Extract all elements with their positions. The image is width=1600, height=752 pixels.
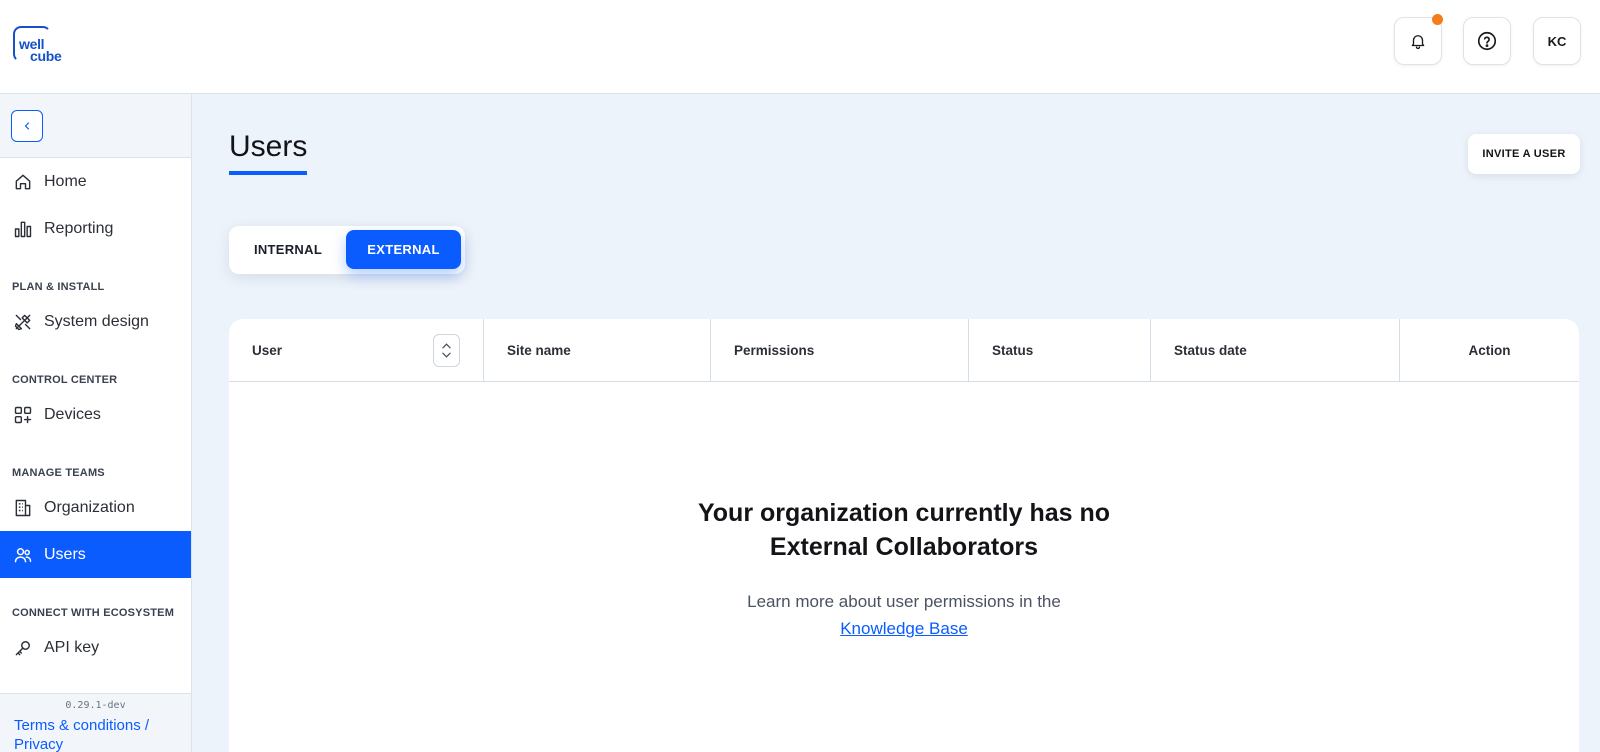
section-label-teams: MANAGE TEAMS — [12, 467, 105, 479]
column-header-action: Action — [1468, 343, 1511, 358]
chevron-up-icon — [442, 343, 451, 349]
sidebar-item-label: Users — [44, 545, 86, 563]
empty-state-description: Learn more about user permissions in the… — [747, 592, 1061, 638]
column-header-permissions: Permissions — [711, 319, 969, 382]
invite-user-button[interactable]: INVITE A USER — [1468, 134, 1580, 174]
tab-internal[interactable]: INTERNAL — [235, 230, 341, 269]
wellcube-logo[interactable]: well cube — [13, 26, 65, 64]
terms-privacy-link[interactable]: Terms & conditions / Privacy — [14, 716, 184, 752]
knowledge-base-link[interactable]: Knowledge Base — [840, 619, 968, 638]
sidebar-item-label: Organization — [44, 498, 135, 516]
sidebar-item-label: Reporting — [44, 219, 114, 237]
chevron-down-icon — [442, 352, 451, 358]
help-button[interactable] — [1463, 17, 1511, 65]
user-avatar-button[interactable]: KC — [1533, 17, 1581, 65]
devices-grid-icon — [12, 404, 34, 426]
building-icon — [12, 497, 34, 519]
sidebar-item-organization[interactable]: Organization — [0, 484, 191, 531]
section-label-ecosystem: CONNECT WITH ECOSYSTEM — [12, 607, 175, 619]
notification-badge — [1432, 14, 1443, 25]
logo-text-line2: cube — [30, 48, 62, 64]
section-label-control: CONTROL CENTER — [12, 374, 118, 386]
column-header-user[interactable]: User — [229, 319, 484, 382]
app-version: 0.29.1-dev — [65, 700, 126, 711]
column-header-status: Status — [969, 319, 1151, 382]
user-type-toggle: INTERNAL EXTERNAL — [229, 226, 465, 274]
sidebar-item-label: API key — [44, 638, 100, 656]
sidebar-item-home[interactable]: Home — [0, 158, 191, 205]
users-table: User Site name Permissions Status Status… — [229, 319, 1579, 752]
column-header-site-name: Site name — [484, 319, 711, 382]
home-icon — [12, 171, 34, 193]
sidebar-collapse-zone — [0, 94, 191, 158]
top-bar: well cube KC — [0, 0, 1600, 94]
sidebar: Home Reporting PLAN & INSTALL System des… — [0, 94, 192, 752]
key-icon — [12, 637, 34, 659]
sidebar-item-label: Devices — [44, 405, 101, 423]
sidebar-item-label: System design — [44, 312, 149, 330]
sidebar-item-users[interactable]: Users — [0, 531, 191, 578]
main-content: Users INVITE A USER INTERNAL EXTERNAL Us… — [192, 94, 1600, 752]
tab-external[interactable]: EXTERNAL — [346, 230, 461, 269]
page-title-underline — [229, 171, 307, 175]
chevron-left-icon — [24, 122, 30, 130]
sidebar-item-api-key[interactable]: API key — [0, 624, 191, 671]
users-icon — [12, 544, 34, 566]
sidebar-item-system-design[interactable]: System design — [0, 298, 191, 345]
sidebar-item-reporting[interactable]: Reporting — [0, 205, 191, 252]
page-title: Users — [229, 130, 308, 163]
sidebar-footer: 0.29.1-dev Terms & conditions / Privacy — [0, 693, 191, 752]
sidebar-item-devices[interactable]: Devices — [0, 391, 191, 438]
empty-state-title: Your organization currently has no Exter… — [697, 499, 1111, 561]
bar-chart-icon — [12, 218, 34, 240]
bell-icon — [1411, 35, 1425, 50]
tools-icon — [12, 311, 34, 333]
help-circle-icon — [1477, 31, 1497, 51]
column-header-status-date: Status date — [1151, 319, 1400, 382]
collapse-sidebar-button[interactable] — [11, 110, 43, 142]
section-label-plan: PLAN & INSTALL — [12, 281, 105, 293]
sort-user-button[interactable] — [433, 334, 460, 367]
sidebar-item-label: Home — [44, 172, 87, 190]
table-header: User Site name Permissions Status Status… — [229, 319, 1579, 382]
